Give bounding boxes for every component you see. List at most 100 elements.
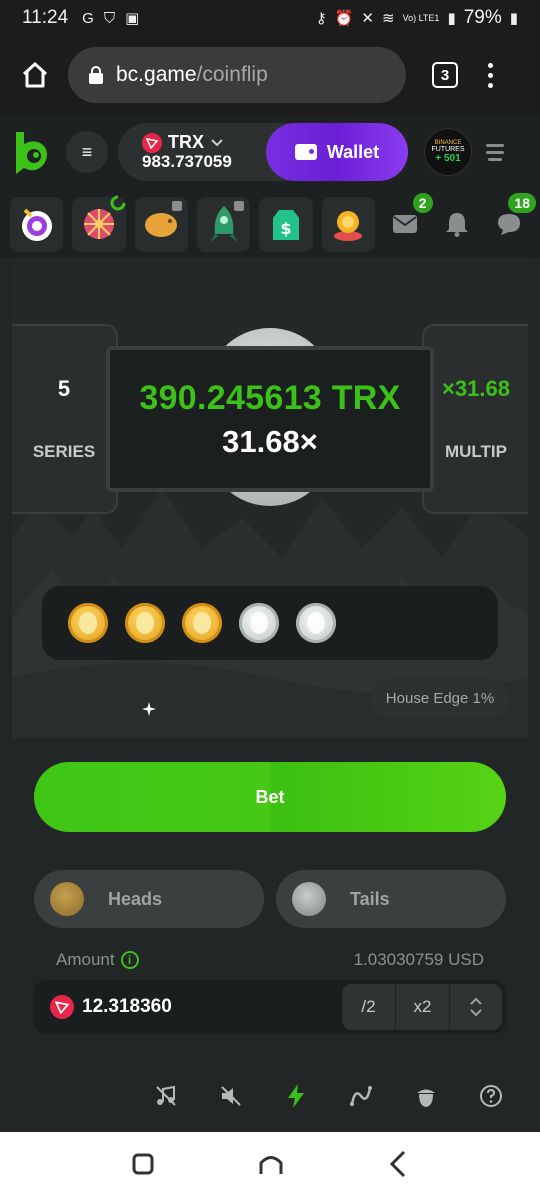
- hotkeys-toggle[interactable]: [283, 1083, 309, 1109]
- amount-value: 12.318360: [82, 996, 172, 1017]
- main-menu-button[interactable]: ≡: [66, 131, 108, 173]
- alarm-icon: ⏰: [334, 10, 354, 27]
- trx-icon: [142, 132, 162, 153]
- question-icon: [480, 1085, 502, 1107]
- win-amount: 390.245613 TRX: [139, 378, 401, 417]
- home-icon: [259, 1155, 283, 1174]
- menu-dot: [488, 82, 493, 88]
- silver-coin-icon: [292, 882, 326, 916]
- coin-face: [193, 612, 211, 634]
- multiplier-card: ×31.68 MULTIP: [422, 324, 528, 514]
- music-off-icon: [156, 1085, 176, 1106]
- browser-toolbar: bc.game/coinflip 3: [0, 36, 540, 114]
- gold-coin-icon: [182, 603, 222, 643]
- target-icon: [21, 208, 52, 241]
- lightning-icon: [288, 1084, 304, 1108]
- hamburger-icon: ≡: [81, 141, 93, 162]
- bc-logo-icon[interactable]: [12, 128, 52, 176]
- list-line: [486, 150, 504, 154]
- status-system-icons: ⚷ ⏰ ✕ ≋ Vo) LTE1 ▮ 79% ▮: [316, 7, 518, 29]
- promotion-tag-button[interactable]: $: [259, 196, 313, 252]
- coin-bonus-button[interactable]: [321, 196, 375, 252]
- win-multiplier: 31.68×: [222, 423, 318, 459]
- multiplier-label: MULTIP: [444, 442, 507, 461]
- gold-coin-icon: [125, 603, 165, 643]
- bell-icon: [445, 213, 468, 237]
- notifications-button[interactable]: [436, 197, 479, 252]
- address-bar[interactable]: bc.game/coinflip: [68, 47, 406, 103]
- amount-label: Amount: [56, 950, 115, 969]
- bet-button[interactable]: Bet: [34, 762, 506, 832]
- music-toggle[interactable]: [153, 1083, 179, 1109]
- promo-line: FUTURES: [431, 146, 465, 153]
- game-toolbar: [0, 1060, 540, 1132]
- amount-stepper[interactable]: [450, 984, 502, 1030]
- quest-button[interactable]: [10, 196, 64, 252]
- coin-stack-icon: [334, 211, 363, 241]
- binance-futures-promo[interactable]: BINANCE FUTURES + 501: [424, 128, 472, 176]
- silver-coin-icon: [239, 603, 279, 643]
- lock-icon: [89, 66, 103, 84]
- help-button[interactable]: [478, 1083, 504, 1109]
- url-domain: bc.game: [116, 63, 197, 86]
- chat-icon: [497, 214, 520, 235]
- tails-label: Tails: [350, 888, 390, 909]
- balance-info: TRX 983.737059: [142, 131, 232, 172]
- coin-face: [250, 612, 268, 634]
- url-path: /coinflip: [196, 63, 268, 86]
- balance-value: 983.737059: [142, 151, 232, 171]
- amount-usd: 1.03030759 USD: [353, 950, 484, 969]
- heads-button[interactable]: Heads: [34, 870, 264, 928]
- rocket-button[interactable]: [196, 196, 251, 252]
- google-icon: G: [82, 9, 94, 27]
- network-label: Vo) LTE1: [402, 12, 440, 23]
- battery-percent: 79%: [463, 7, 502, 28]
- acorn-icon: [417, 1089, 435, 1107]
- chat-button[interactable]: 18: [487, 190, 538, 252]
- tab-switcher-button[interactable]: 3: [432, 62, 458, 88]
- status-notification-icons: G ⛉ ▣: [82, 9, 140, 28]
- signal-icon: ▮: [447, 10, 456, 27]
- mail-button[interactable]: 2: [384, 190, 435, 252]
- key-icon: ⚷: [315, 10, 327, 27]
- flip-history: [42, 586, 498, 660]
- wallet-button[interactable]: Wallet: [266, 123, 408, 181]
- android-navigation-bar: [0, 1132, 540, 1200]
- back-button[interactable]: [388, 1150, 408, 1183]
- recent-apps-icon: [132, 1153, 154, 1174]
- house-edge-badge[interactable]: House Edge 1%: [370, 678, 510, 718]
- home-nav-button[interactable]: [258, 1152, 284, 1181]
- coin-face: [79, 612, 97, 634]
- graph-icon: [350, 1086, 372, 1106]
- browser-menu-button[interactable]: [488, 62, 494, 88]
- double-amount-button[interactable]: x2: [396, 984, 450, 1030]
- sidebar-toggle-button[interactable]: [478, 135, 512, 169]
- balance-selector[interactable]: TRX 983.737059 Wallet: [118, 123, 408, 181]
- piggy-bank-button[interactable]: [134, 196, 188, 252]
- tails-button[interactable]: Tails: [276, 870, 506, 928]
- gold-coin-icon: [68, 603, 108, 643]
- trx-icon: [50, 995, 74, 1019]
- camera-icon: ▣: [125, 10, 140, 27]
- coinflip-game-area: 5 SERIES ×31.68 MULTIP 390.245613 TRX 31…: [12, 258, 528, 738]
- currency-code: TRX: [168, 131, 204, 152]
- recent-apps-button[interactable]: [132, 1153, 154, 1180]
- wifi-icon: ≋: [382, 10, 395, 27]
- silver-coin-icon: [296, 603, 336, 643]
- fairness-button[interactable]: [348, 1083, 374, 1109]
- home-button[interactable]: [18, 58, 52, 92]
- coin-face: [136, 612, 154, 634]
- lock-icon: [171, 200, 182, 211]
- piggy-bank-icon: [145, 213, 178, 237]
- currency-row: TRX: [142, 131, 232, 153]
- lucky-spin-button[interactable]: [72, 195, 126, 252]
- info-icon[interactable]: i: [120, 951, 139, 969]
- amount-input[interactable]: 12.318360 /2 x2: [34, 980, 506, 1034]
- list-line: [486, 143, 504, 147]
- amount-controls: /2 x2: [342, 984, 502, 1030]
- promo-line: + 501: [435, 153, 461, 164]
- amount-header: Amount i 1.03030759 USD: [56, 948, 484, 972]
- sound-toggle[interactable]: [218, 1083, 244, 1109]
- acorn-button[interactable]: [413, 1083, 439, 1109]
- half-amount-button[interactable]: /2: [342, 984, 396, 1030]
